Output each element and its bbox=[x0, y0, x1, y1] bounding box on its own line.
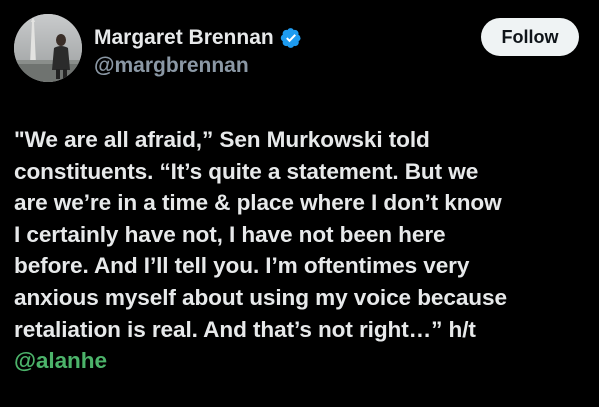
tweet-text-line: I certainly have not, I have not been he… bbox=[14, 221, 446, 247]
author-handle[interactable]: @margbrennan bbox=[94, 54, 302, 78]
tweet-text-line: constituents. “It’s quite a statement. B… bbox=[14, 158, 479, 184]
follow-button[interactable]: Follow bbox=[481, 18, 579, 56]
author-names: Margaret Brennan @margbrennan bbox=[94, 24, 302, 78]
tweet-text-line: retaliation is real. And that’s not righ… bbox=[14, 316, 476, 342]
tweet-text-line: are we’re in a time & place where I don’… bbox=[14, 190, 502, 216]
verified-badge-icon[interactable] bbox=[280, 27, 302, 49]
tweet-text: "We are all afraid,” Sen Murkowski told … bbox=[14, 124, 594, 377]
avatar-photo-icon bbox=[14, 14, 82, 82]
tweet-text-line: before. And I’ll tell you. I’m oftentime… bbox=[14, 253, 470, 279]
tweet-header: Margaret Brennan @margbrennan Follow bbox=[14, 14, 579, 86]
tweet-text-line: anxious myself about using my voice beca… bbox=[14, 284, 507, 310]
avatar[interactable] bbox=[14, 14, 82, 82]
tweet-card: Margaret Brennan @margbrennan Follow "We… bbox=[0, 0, 599, 407]
tweet-text-line: "We are all afraid,” Sen Murkowski told bbox=[14, 127, 430, 152]
display-name[interactable]: Margaret Brennan bbox=[94, 26, 274, 50]
display-name-row: Margaret Brennan bbox=[94, 24, 302, 52]
mention-link[interactable]: @alanhe bbox=[14, 345, 594, 377]
